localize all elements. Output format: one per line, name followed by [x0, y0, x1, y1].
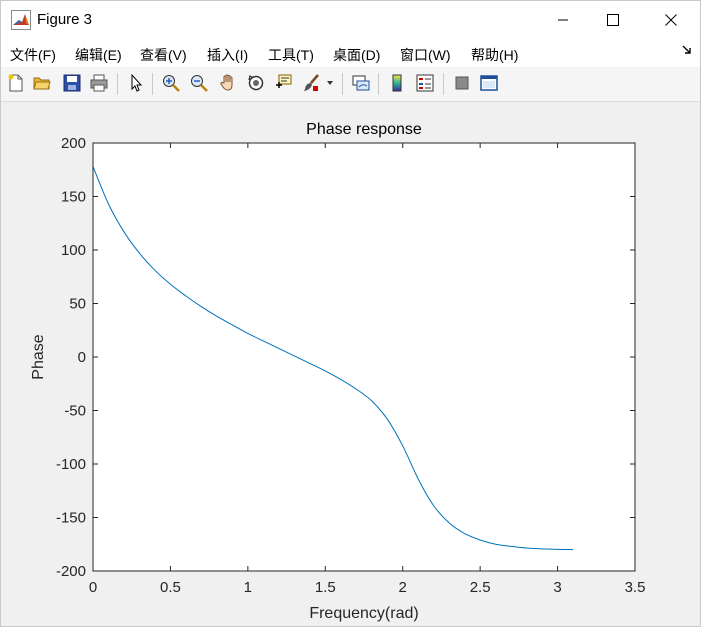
x-tick-label: 2	[399, 579, 407, 596]
colorbar-icon[interactable]	[386, 72, 408, 94]
menu-file[interactable]: 文件(F)	[10, 45, 56, 65]
menu-help[interactable]: 帮助(H)	[471, 45, 518, 65]
zoom-out-icon[interactable]	[188, 72, 210, 94]
x-tick-label: 1	[244, 579, 252, 596]
menu-insert[interactable]: 插入(I)	[207, 45, 248, 65]
x-tick-label: 2.5	[470, 579, 491, 596]
pan-hand-icon[interactable]	[217, 72, 239, 94]
toolbar-separator	[378, 73, 379, 95]
figure-canvas: 0 0.5 1 1.5 2 2.5 3 3.5 -200 -150 -100 -50 0 50 100 150…	[1, 102, 700, 626]
y-tick-label: -200	[56, 563, 86, 580]
brush-icon[interactable]	[300, 72, 322, 94]
legend-icon[interactable]	[414, 72, 436, 94]
y-tick-label: -150	[56, 510, 86, 527]
x-tick-label: 3	[553, 579, 561, 596]
axes-background	[93, 143, 635, 571]
y-tick-label: 50	[69, 296, 86, 313]
y-tick-label: -100	[56, 456, 86, 473]
hide-plot-tools-icon[interactable]	[451, 72, 473, 94]
x-tick-label: 0.5	[160, 579, 181, 596]
toolbar-separator	[152, 73, 153, 95]
menu-window[interactable]: 窗口(W)	[400, 45, 451, 65]
zoom-in-icon[interactable]	[160, 72, 182, 94]
open-file-icon[interactable]	[31, 72, 53, 94]
x-tick-label: 0	[89, 579, 97, 596]
matlab-logo-icon	[11, 10, 31, 30]
window-title: Figure 3	[37, 11, 93, 28]
y-tick-label: 0	[78, 349, 86, 366]
y-tick-label: 100	[61, 242, 86, 259]
phase-response-plot[interactable]: 0 0.5 1 1.5 2 2.5 3 3.5 -200 -150 -100 -50 0 50 100 150…	[1, 102, 700, 626]
dropdown-arrow-icon[interactable]	[323, 72, 337, 94]
x-axis-label: Frequency(rad)	[309, 605, 418, 622]
figure-toolbar	[1, 67, 700, 102]
maximize-icon	[607, 14, 619, 26]
dock-arrow-icon[interactable]	[682, 45, 692, 58]
show-plot-tools-icon[interactable]	[478, 72, 500, 94]
data-cursor-icon[interactable]	[272, 72, 294, 94]
menu-view[interactable]: 查看(V)	[140, 45, 187, 65]
title-bar: Figure 3	[1, 1, 700, 39]
y-tick-label: -50	[64, 403, 86, 420]
rotate-3d-icon[interactable]	[245, 72, 267, 94]
pointer-icon[interactable]	[125, 72, 147, 94]
toolbar-separator	[117, 73, 118, 95]
toolbar-separator	[443, 73, 444, 95]
toolbar-separator	[342, 73, 343, 95]
link-plot-icon[interactable]	[350, 72, 372, 94]
menu-edit[interactable]: 编辑(E)	[75, 45, 122, 65]
maximize-button[interactable]	[590, 1, 636, 39]
minimize-icon	[558, 19, 568, 21]
chart-title: Phase response	[306, 121, 422, 138]
new-figure-icon[interactable]	[5, 72, 27, 94]
menu-tools[interactable]: 工具(T)	[268, 45, 314, 65]
close-button[interactable]	[648, 1, 694, 39]
figure-window: Figure 3 文件(F) 编辑(E) 查看(V) 插入(I) 工具(T) 桌…	[0, 0, 701, 627]
menu-desktop[interactable]: 桌面(D)	[333, 45, 380, 65]
y-axis-label: Phase	[30, 334, 47, 379]
x-tick-label: 1.5	[315, 579, 336, 596]
y-tick-label: 200	[61, 135, 86, 152]
minimize-button[interactable]	[540, 1, 586, 39]
menu-bar: 文件(F) 编辑(E) 查看(V) 插入(I) 工具(T) 桌面(D) 窗口(W…	[1, 39, 700, 67]
print-icon[interactable]	[88, 72, 110, 94]
close-icon	[665, 14, 677, 26]
y-tick-label: 150	[61, 189, 86, 206]
save-icon[interactable]	[61, 72, 83, 94]
x-tick-label: 3.5	[625, 579, 646, 596]
